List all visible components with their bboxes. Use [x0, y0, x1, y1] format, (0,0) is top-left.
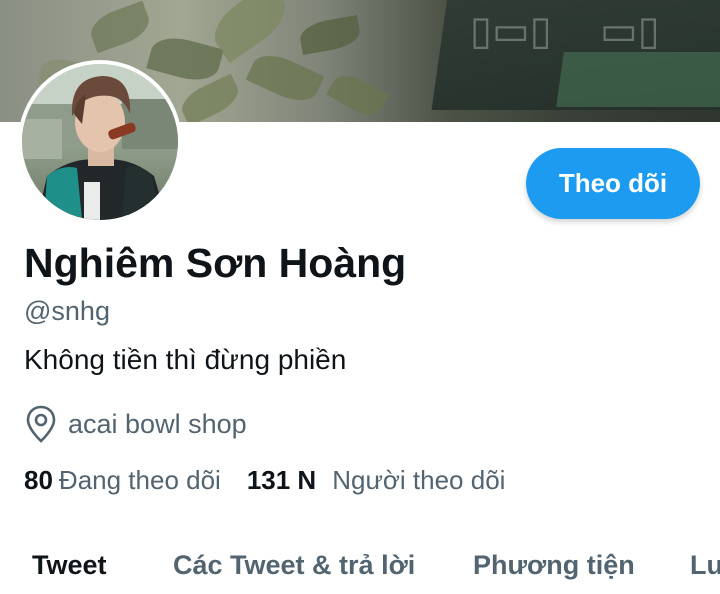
following-link[interactable]: 80 Đang theo dõi	[24, 465, 221, 496]
tab-tweets-and-replies[interactable]: Các Tweet & trả lời	[173, 550, 415, 581]
tab-media[interactable]: Phương tiện	[473, 550, 635, 581]
tab-tweets[interactable]: Tweet	[32, 550, 107, 581]
follow-stats: 80 Đang theo dõi 131 N Người theo dõi	[24, 465, 505, 496]
profile-page: ▯▭▯ ▭▯ Theo dõi Nghiêm Sơn Hoàng @snhg K…	[0, 0, 720, 594]
avatar[interactable]	[18, 60, 182, 224]
profile-tabs: Tweet Các Tweet & trả lời Phương tiện Lư	[0, 540, 720, 594]
avatar-photo	[22, 64, 178, 220]
display-name: Nghiêm Sơn Hoàng	[24, 240, 407, 286]
location-pin-icon	[24, 404, 58, 444]
following-count: 80	[24, 465, 53, 495]
profile-location: acai bowl shop	[24, 404, 247, 444]
follow-button[interactable]: Theo dõi	[526, 148, 700, 219]
followers-label: Người theo dõi	[332, 465, 506, 495]
followers-count: 131 N	[246, 465, 317, 495]
profile-bio: Không tiền thì đừng phiền	[24, 344, 347, 375]
following-label: Đang theo dõi	[58, 465, 221, 495]
tab-likes[interactable]: Lư	[690, 550, 720, 581]
location-text: acai bowl shop	[68, 408, 247, 439]
followers-link[interactable]: 131 N Người theo dõi	[247, 465, 506, 496]
follow-button-label: Theo dõi	[558, 168, 668, 198]
user-handle: @snhg	[24, 296, 110, 326]
